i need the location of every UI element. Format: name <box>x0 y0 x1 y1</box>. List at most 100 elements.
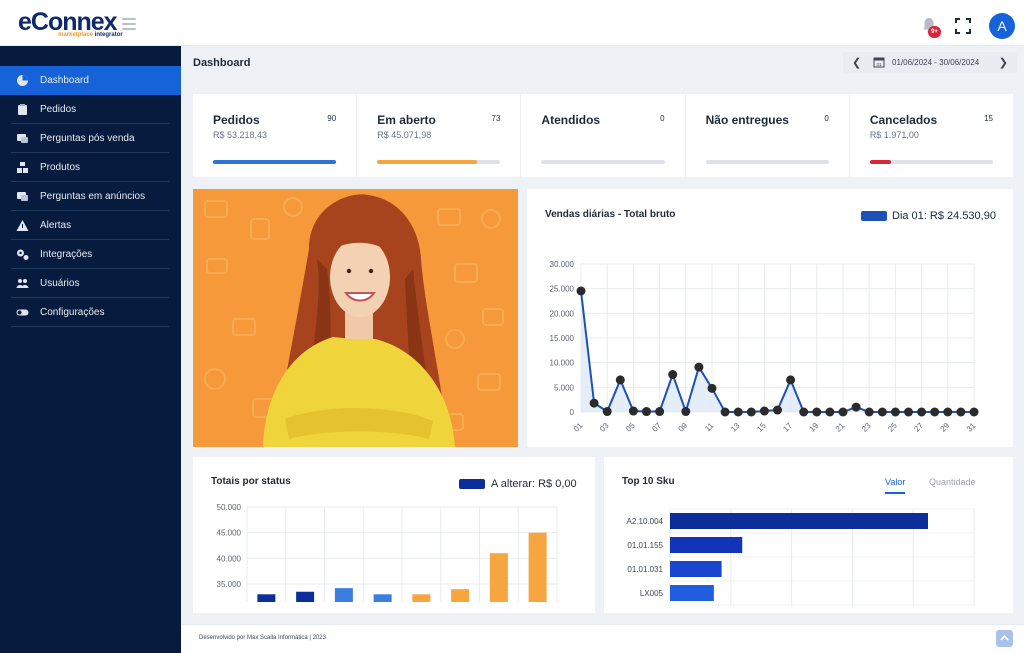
totals-status-chart: 35.000 40.000 45.000 50.000 <box>217 503 558 602</box>
sales-point[interactable] <box>812 407 822 417</box>
y-tick-label: 25.000 <box>550 285 575 294</box>
sidebar-item-alertas[interactable]: Alertas <box>0 211 181 240</box>
status-bar[interactable] <box>334 588 353 602</box>
y-tick-label: 20.000 <box>550 309 575 318</box>
footer-credit: Desenvolvido por Max Scalla Informática … <box>199 635 326 641</box>
sales-point[interactable] <box>838 407 848 417</box>
stat-progress-track <box>869 160 994 164</box>
x-tick-label: 09 <box>677 421 690 434</box>
sales-point[interactable] <box>825 407 835 417</box>
status-bar[interactable] <box>257 594 276 602</box>
sales-point[interactable] <box>851 402 861 412</box>
sales-point[interactable] <box>890 407 900 417</box>
gears-icon <box>17 249 29 260</box>
daily-sales-card: Vendas diárias - Total bruto Dia 01: R$ … <box>527 189 1013 447</box>
sales-point[interactable] <box>576 286 586 296</box>
sales-point[interactable] <box>917 407 927 417</box>
arrow-up-icon <box>1000 634 1009 641</box>
top-sku-chart: A2.10.004 01.01.155 01.01.031 LX005 <box>627 508 975 607</box>
sales-point[interactable] <box>642 407 651 417</box>
stat-card-1[interactable]: Em aberto 73 R$ 45.071,98 <box>357 94 522 177</box>
chevron-right-icon[interactable]: ❯ <box>999 56 1008 69</box>
brand-tagline: marketplace integrator <box>58 32 123 38</box>
sales-point[interactable] <box>759 406 769 416</box>
sidebar-item-dashboard[interactable]: Dashboard <box>0 66 181 95</box>
sales-point[interactable] <box>694 362 704 372</box>
sidebar-item-produtos[interactable]: Produtos <box>0 153 181 182</box>
menu-toggle-icon[interactable] <box>122 18 136 33</box>
y-tick-label: 30.000 <box>550 260 575 269</box>
sku-bar[interactable] <box>670 513 928 529</box>
promo-banner-image <box>193 189 518 447</box>
stat-amount: R$ 1.971,00 <box>869 130 919 140</box>
stat-card-3[interactable]: Não entregues 0 <box>686 94 850 177</box>
sales-point[interactable] <box>799 407 809 417</box>
status-bar[interactable] <box>451 589 470 602</box>
stat-card-0[interactable]: Pedidos 90 R$ 53.218,43 <box>193 94 358 177</box>
line-chart-grid: 0 5.000 10.000 15.000 20.000 25.000 30.000 <box>550 260 975 417</box>
status-bar[interactable] <box>489 553 508 602</box>
status-bar[interactable] <box>296 591 315 602</box>
sidebar-item-perguntas-em-anuncios[interactable]: Perguntas em anúncios <box>0 182 181 211</box>
sidebar: Dashboard Pedidos Perguntas pós venda Produ… <box>0 46 181 653</box>
stat-card-4[interactable]: Cancelados 15 R$ 1.971,00 <box>850 94 1013 177</box>
stat-progress-fill <box>213 160 337 164</box>
user-avatar[interactable]: A <box>989 13 1015 39</box>
stat-count: 73 <box>491 114 501 123</box>
stat-card-2[interactable]: Atendidos 0 <box>521 94 686 177</box>
sales-point[interactable] <box>681 407 691 417</box>
x-tick-label: 25 <box>886 421 899 434</box>
stat-label: Não entregues <box>705 113 789 127</box>
y-tick-label: 35.000 <box>217 580 242 589</box>
sales-point[interactable] <box>602 407 612 417</box>
sales-point[interactable] <box>904 407 913 417</box>
stat-progress-fill <box>869 160 891 164</box>
sku-bar[interactable] <box>670 585 714 601</box>
totals-by-status-card: Totais por status A alterar: R$ 0,00 35.… <box>193 457 595 613</box>
sidebar-item-perguntas-pos-venda[interactable]: Perguntas pós venda <box>0 124 181 153</box>
calendar-icon: 31 <box>873 57 885 68</box>
stat-label: Em aberto <box>377 113 436 127</box>
sku-bar[interactable] <box>670 561 722 577</box>
svg-text:31: 31 <box>876 62 882 67</box>
sales-point[interactable] <box>589 398 599 408</box>
sidebar-item-integracoes[interactable]: Integrações <box>0 240 181 269</box>
sales-point[interactable] <box>930 407 940 417</box>
sales-point[interactable] <box>864 407 874 417</box>
sales-point[interactable] <box>655 407 665 417</box>
fullscreen-icon[interactable] <box>955 18 971 34</box>
x-tick-label: 01 <box>572 421 585 434</box>
sales-point[interactable] <box>877 407 887 417</box>
x-tick-label: 31 <box>965 421 978 434</box>
sales-point[interactable] <box>969 407 979 417</box>
sales-point[interactable] <box>707 383 717 393</box>
y-tick-label: 45.000 <box>217 529 242 538</box>
sales-point[interactable] <box>720 407 730 417</box>
stat-count: 0 <box>824 114 829 123</box>
sidebar-item-configuracoes[interactable]: Configurações <box>0 298 181 327</box>
sku-bar[interactable] <box>670 537 743 553</box>
scroll-to-top-button[interactable] <box>996 630 1013 647</box>
sidebar-item-pedidos[interactable]: Pedidos <box>0 95 181 124</box>
status-bar[interactable] <box>373 594 392 602</box>
sales-point[interactable] <box>943 407 953 417</box>
sales-point[interactable] <box>773 405 782 415</box>
sales-point[interactable] <box>956 407 966 417</box>
date-range-picker[interactable]: ❮ 31 01/06/2024 - 30/06/2024 ❯ <box>843 52 1017 73</box>
sales-point[interactable] <box>786 375 796 385</box>
sales-point[interactable] <box>733 407 743 417</box>
x-tick-label: 29 <box>939 421 952 434</box>
y-tick-label: 0 <box>570 408 575 417</box>
sales-point[interactable] <box>615 375 625 385</box>
sales-point[interactable] <box>668 370 678 380</box>
pie-chart-icon <box>17 75 28 86</box>
x-tick-label: 21 <box>834 421 847 434</box>
sales-point[interactable] <box>746 407 756 417</box>
chevron-left-icon[interactable]: ❮ <box>852 56 861 69</box>
status-bar[interactable] <box>412 594 431 602</box>
y-tick-label: 50.000 <box>217 503 242 512</box>
sales-point[interactable] <box>628 406 638 416</box>
status-bar[interactable] <box>528 532 547 602</box>
brand-logo[interactable]: eConnex marketplace integrator <box>18 10 123 39</box>
sidebar-item-usuarios[interactable]: Usuários <box>0 269 181 298</box>
